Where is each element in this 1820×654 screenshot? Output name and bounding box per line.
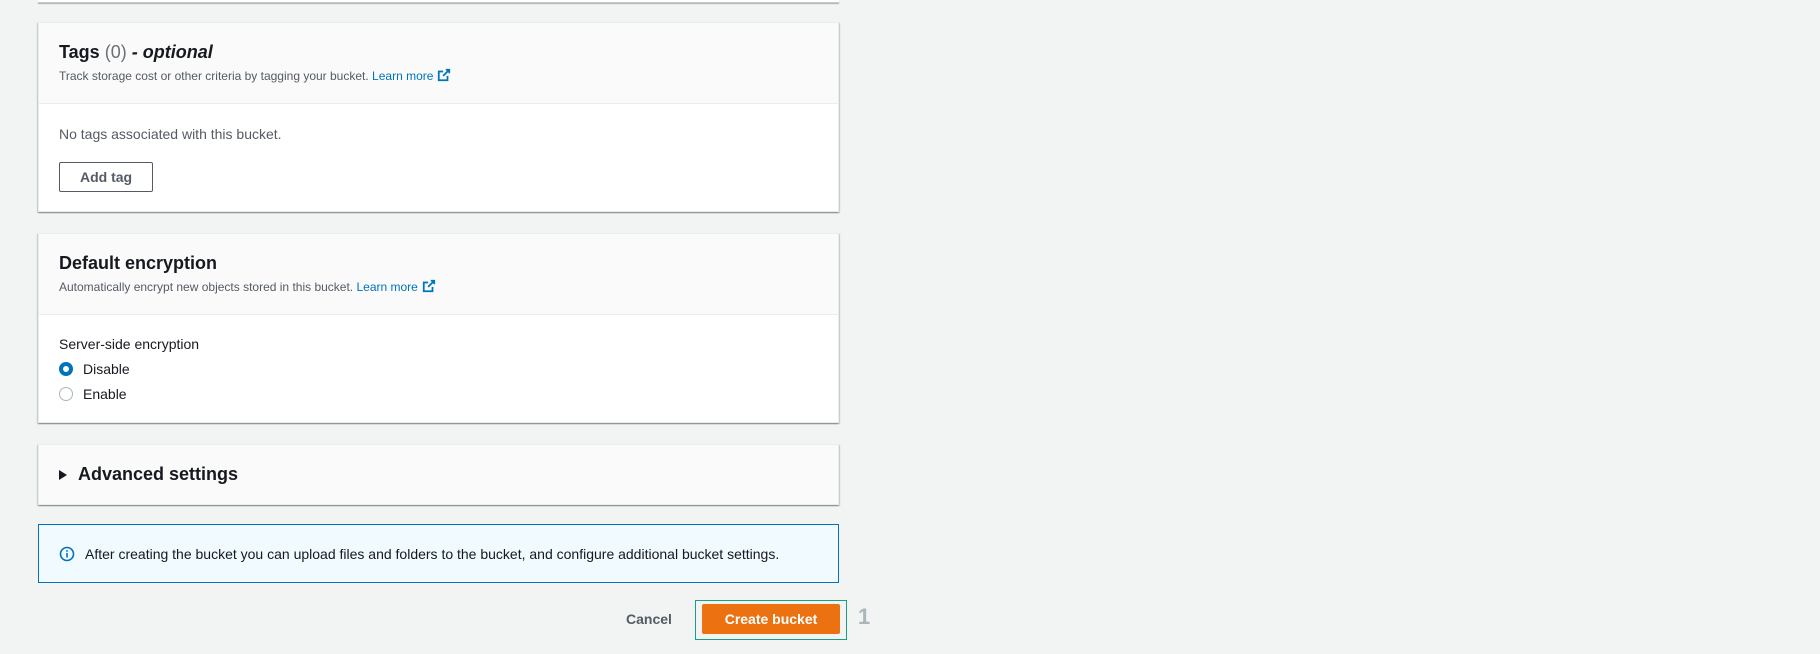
tags-title-text: Tags xyxy=(59,42,100,62)
default-encryption-panel: Default encryption Automatically encrypt… xyxy=(38,233,839,423)
tags-count: (0) xyxy=(104,42,127,62)
tags-learn-more-link[interactable]: Learn more xyxy=(372,68,451,83)
radio-enable[interactable]: Enable xyxy=(59,386,127,402)
encryption-learn-more-label: Learn more xyxy=(356,280,418,294)
info-icon xyxy=(59,546,75,561)
caret-right-icon xyxy=(59,469,67,480)
tags-description-text: Track storage cost or other criteria by … xyxy=(59,69,369,83)
advanced-settings-panel: Advanced settings xyxy=(38,444,839,505)
server-side-encryption-label: Server-side encryption xyxy=(59,336,200,352)
radio-disable-circle[interactable] xyxy=(59,362,73,376)
advanced-settings-title: Advanced settings xyxy=(78,464,239,484)
previous-panel-edge xyxy=(38,0,839,3)
add-tag-button[interactable]: Add tag xyxy=(59,162,154,192)
advanced-settings-toggle[interactable]: Advanced settings xyxy=(59,464,238,485)
radio-enable-label: Enable xyxy=(83,386,127,402)
encryption-title: Default encryption xyxy=(59,253,218,273)
radio-enable-circle[interactable] xyxy=(59,387,73,401)
encryption-panel-header: Default encryption Automatically encrypt… xyxy=(39,234,838,315)
radio-disable-label: Disable xyxy=(83,361,130,377)
info-alert: After creating the bucket you can upload… xyxy=(38,524,839,583)
encryption-description-text: Automatically encrypt new objects stored… xyxy=(59,280,354,294)
tags-panel: Tags (0) - optional Track storage cost o… xyxy=(38,22,839,212)
tags-learn-more-label: Learn more xyxy=(372,69,434,83)
external-link-icon xyxy=(438,68,451,82)
tags-empty-text: No tags associated with this bucket. xyxy=(59,126,282,142)
info-alert-text: After creating the bucket you can upload… xyxy=(85,545,780,562)
encryption-learn-more-link[interactable]: Learn more xyxy=(356,279,435,294)
tags-optional: - optional xyxy=(131,42,213,62)
external-link-icon xyxy=(422,279,435,293)
cancel-button[interactable]: Cancel xyxy=(614,608,684,630)
radio-disable[interactable]: Disable xyxy=(59,361,130,377)
step-marker: 1 xyxy=(858,604,871,629)
encryption-description: Automatically encrypt new objects stored… xyxy=(59,279,818,295)
tags-panel-header: Tags (0) - optional Track storage cost o… xyxy=(39,23,838,104)
tags-title: Tags (0) - optional xyxy=(59,41,818,63)
tags-description: Track storage cost or other criteria by … xyxy=(59,68,818,84)
create-bucket-button[interactable]: Create bucket xyxy=(702,604,840,634)
